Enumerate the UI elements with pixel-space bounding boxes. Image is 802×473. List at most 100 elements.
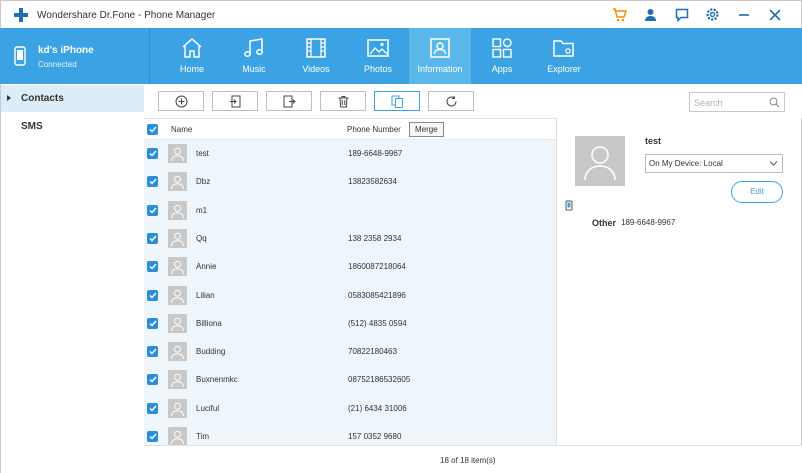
nav-bar: kd's iPhone Connected Home Music Videos … [0,28,802,84]
sidebar-item-sms[interactable]: SMS [1,113,144,140]
tab-photos[interactable]: Photos [347,28,409,84]
column-header-name[interactable]: Name [171,125,192,134]
table-row[interactable]: Dbz 13823582634 [144,167,556,195]
home-icon [182,37,202,58]
export-button[interactable] [266,91,312,111]
tab-home[interactable]: Home [161,28,223,84]
contact-phone-cell: (21) 6434 31006 [348,403,407,413]
person-icon [171,430,184,445]
row-checkbox[interactable] [147,232,158,244]
edit-button[interactable]: Edit [731,181,783,203]
row-checkbox[interactable] [147,346,158,358]
close-icon[interactable] [766,6,783,23]
search-icon[interactable] [769,97,780,108]
avatar [168,200,187,220]
row-checkbox[interactable] [147,176,158,188]
title-bar: Wondershare Dr.Fone - Phone Manager [0,0,802,28]
column-header-phone[interactable]: Phone Number [347,125,401,134]
person-icon [171,260,184,275]
select-all-checkbox[interactable] [147,124,158,135]
tab-explorer[interactable]: Explorer [533,28,595,84]
contact-name-cell: test [196,149,209,158]
tab-home-label: Home [179,64,204,74]
phone-small-icon [565,200,573,211]
search-box[interactable] [689,92,785,112]
user-icon[interactable] [642,6,659,23]
tab-music[interactable]: Music [223,28,285,84]
cart-icon[interactable] [611,6,628,23]
avatar [168,172,187,192]
chat-icon[interactable] [673,6,690,23]
avatar [168,342,187,362]
table-row[interactable]: Luciful (21) 6434 31006 [144,394,556,422]
checkmark-icon [149,126,157,133]
contact-phone-cell: 13823582634 [348,177,397,187]
table-row[interactable]: test 189-6648-9967 [144,139,556,167]
row-checkbox[interactable] [147,289,158,301]
settings-icon[interactable] [704,6,721,23]
table-row[interactable]: Buxnenmkc 08752186532605 [144,365,556,393]
person-icon [171,374,184,388]
table-row[interactable]: Annie 1860087218064 [144,252,556,280]
minimize-icon[interactable] [735,6,752,23]
contact-phone-cell: 70822180463 [348,347,397,357]
row-checkbox[interactable] [147,261,158,273]
refresh-button[interactable] [428,91,474,111]
row-checkbox[interactable] [147,148,158,159]
delete-button[interactable] [320,91,366,111]
person-icon [171,317,184,331]
tab-videos-label: Videos [302,64,330,74]
row-checkbox[interactable] [147,317,158,329]
device-info[interactable]: kd's iPhone Connected [0,28,150,84]
contact-list: Name Phone Number Merge test 189-6648-996… [144,118,556,446]
phone-device-icon [14,46,26,66]
table-row[interactable]: Qq 138 2358 2934 [144,224,556,252]
checkmark-icon [149,292,157,299]
checkmark-icon [149,235,157,242]
add-button[interactable] [158,91,204,111]
contact-phone-cell: 138 2358 2934 [348,233,402,243]
row-checkbox[interactable] [147,431,158,442]
row-checkbox[interactable] [147,374,158,386]
tab-information[interactable]: Information [409,28,471,84]
avatar [168,313,187,333]
contact-name-cell: Billiona [196,318,222,328]
tab-information-label: Information [417,64,463,74]
apps-icon [492,38,512,58]
video-icon [306,38,326,58]
contact-phone-cell: 1860087218064 [348,262,406,272]
table-row[interactable]: Billiona (512) 4835 0594 [144,309,556,337]
avatar [168,144,187,163]
import-button[interactable] [212,91,258,111]
export-icon [283,95,296,107]
table-row[interactable]: Budding 70822180463 [144,337,556,365]
merge-button[interactable] [374,91,420,111]
person-icon [171,232,184,246]
tab-videos[interactable]: Videos [285,28,347,84]
contact-name: test [645,136,662,146]
app-title: Wondershare Dr.Fone - Phone Manager [37,10,216,21]
tab-music-label: Music [242,64,266,74]
avatar [168,228,187,248]
phone-type-label: Other [592,218,617,228]
table-row[interactable]: m1 [144,196,556,224]
photo-icon [367,39,389,57]
tab-apps[interactable]: Apps [471,28,533,84]
list-header: Name Phone Number Merge [144,118,556,140]
contact-phone-cell: 157 0352 9680 [348,432,402,441]
chevron-down-icon [769,161,778,166]
avatar [168,257,187,277]
tab-apps-label: Apps [491,64,513,74]
sidebar-item-contacts[interactable]: Contacts [1,85,144,112]
checkmark-icon [149,263,157,270]
tab-explorer-label: Explorer [547,64,581,74]
avatar [575,136,625,186]
row-checkbox[interactable] [147,402,158,414]
row-checkbox[interactable] [147,204,158,216]
storage-select[interactable]: On My Device: Local [645,154,783,173]
contact-phone-cell: 08752186532605 [348,375,411,385]
toolbar [144,84,802,118]
search-input[interactable] [694,96,766,109]
table-row[interactable]: Lilian 0583085421896 [144,281,556,309]
avatar [168,398,187,418]
